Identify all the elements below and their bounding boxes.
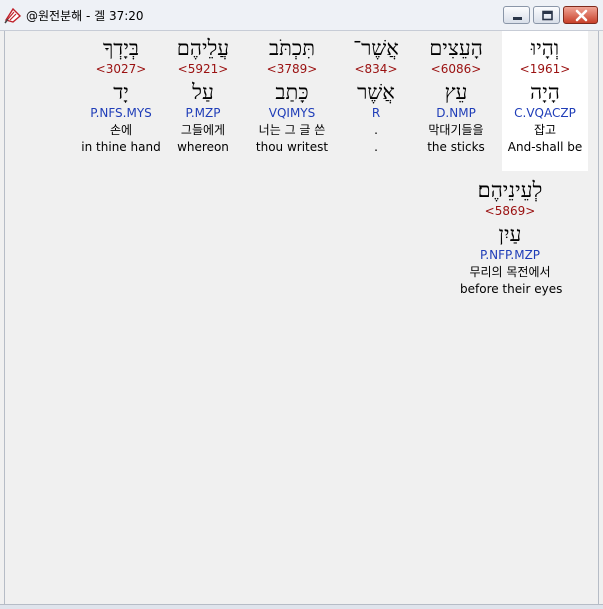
word-card[interactable]: וְהָיוּ <1961> הָיָה C.VQACZP 잡고 And-sha… (502, 31, 588, 171)
korean-gloss: 너는 그 글 쓴 (258, 123, 326, 137)
maximize-button[interactable] (533, 6, 560, 24)
english-gloss: . (374, 140, 378, 154)
lemma: עַל (192, 80, 214, 104)
close-button[interactable] (563, 6, 598, 24)
hebrew-word: הָעֵצִים (429, 36, 483, 60)
english-gloss: thou writest (255, 140, 329, 154)
hebrew-word: בְּיָדְךָ (102, 36, 140, 60)
english-gloss: whereon (177, 140, 229, 154)
korean-gloss: 손에 (109, 123, 133, 137)
interlinear-panel[interactable]: וְהָיוּ <1961> הָיָה C.VQACZP 잡고 And-sha… (4, 31, 599, 605)
parsing-code: VQIMYS (268, 106, 316, 120)
word-card[interactable]: תִּכְתֹּב <3789> כָּתַב VQIMYS 너는 그 글 쓴 … (249, 31, 335, 154)
lemma: הָיָה (530, 80, 560, 104)
pencil-book-icon[interactable] (4, 6, 22, 24)
hebrew-word: לְעֵינֵיהֶם׃ (477, 178, 543, 202)
word-card[interactable]: לְעֵינֵיהֶם׃ <5869> עַיִן P.NFP.MZP 무리의 … (460, 173, 563, 296)
minimize-button[interactable] (503, 6, 530, 24)
minimize-icon (513, 17, 522, 20)
lemma: כָּתַב (275, 80, 309, 104)
strong-number[interactable]: <5869> (460, 204, 560, 220)
parsing-code: P.MZP (185, 106, 221, 120)
strong-number[interactable]: <3027> (78, 62, 164, 78)
korean-gloss: . (374, 123, 378, 137)
korean-gloss: 잡고 (533, 123, 557, 137)
parsing-code: C.VQACZP (514, 106, 576, 120)
maximize-icon (542, 10, 553, 21)
strong-number[interactable]: <834> (333, 62, 419, 78)
strong-number[interactable]: <6086> (413, 62, 499, 78)
hebrew-word: אֲשֶׁר־ (353, 36, 399, 60)
word-card[interactable]: עֲלֵיהֶם <5921> עַל P.MZP 그들에게 whereon (160, 31, 246, 154)
english-gloss: before their eyes (460, 282, 563, 296)
parsing-code: D.NMP (436, 106, 476, 120)
lemma: עֵץ (444, 80, 468, 104)
korean-gloss: 그들에게 (180, 123, 226, 137)
parsing-code: P.NFS.MYS (90, 106, 152, 120)
word-card[interactable]: הָעֵצִים <6086> עֵץ D.NMP 막대기들을 the stic… (413, 31, 499, 154)
window-title: @원전분해 - 겔 37:20 (26, 9, 144, 23)
window-bottom-border[interactable] (0, 604, 603, 609)
word-card[interactable]: אֲשֶׁר־ <834> אֲשֶׁר R . . (333, 31, 419, 154)
word-card[interactable]: בְּיָדְךָ <3027> יָד P.NFS.MYS 손에 in thi… (78, 31, 164, 154)
app-window: @원전분해 - 겔 37:20 וְהָיוּ <1961> הָיָה C.V… (0, 0, 603, 609)
strong-number[interactable]: <5921> (160, 62, 246, 78)
english-gloss: the sticks (427, 140, 485, 154)
strong-number[interactable]: <1961> (502, 62, 588, 78)
strong-number[interactable]: <3789> (249, 62, 335, 78)
lemma: אֲשֶׁר (357, 80, 395, 104)
hebrew-word: תִּכְתֹּב (269, 36, 315, 60)
parsing-code: P.NFP.MZP (479, 248, 541, 262)
english-gloss: And-shall be (507, 140, 583, 154)
lemma: עַיִן (498, 222, 522, 246)
korean-gloss: 무리의 목전에서 (469, 265, 551, 279)
close-icon (575, 9, 588, 22)
hebrew-word: וְהָיוּ (530, 36, 560, 60)
hebrew-word: עֲלֵיהֶם (176, 36, 230, 60)
korean-gloss: 막대기들을 (428, 123, 484, 137)
title-bar[interactable]: @원전분해 - 겔 37:20 (0, 0, 603, 31)
lemma: יָד (113, 80, 129, 104)
english-gloss: in thine hand (81, 140, 161, 154)
parsing-code: R (371, 106, 381, 120)
